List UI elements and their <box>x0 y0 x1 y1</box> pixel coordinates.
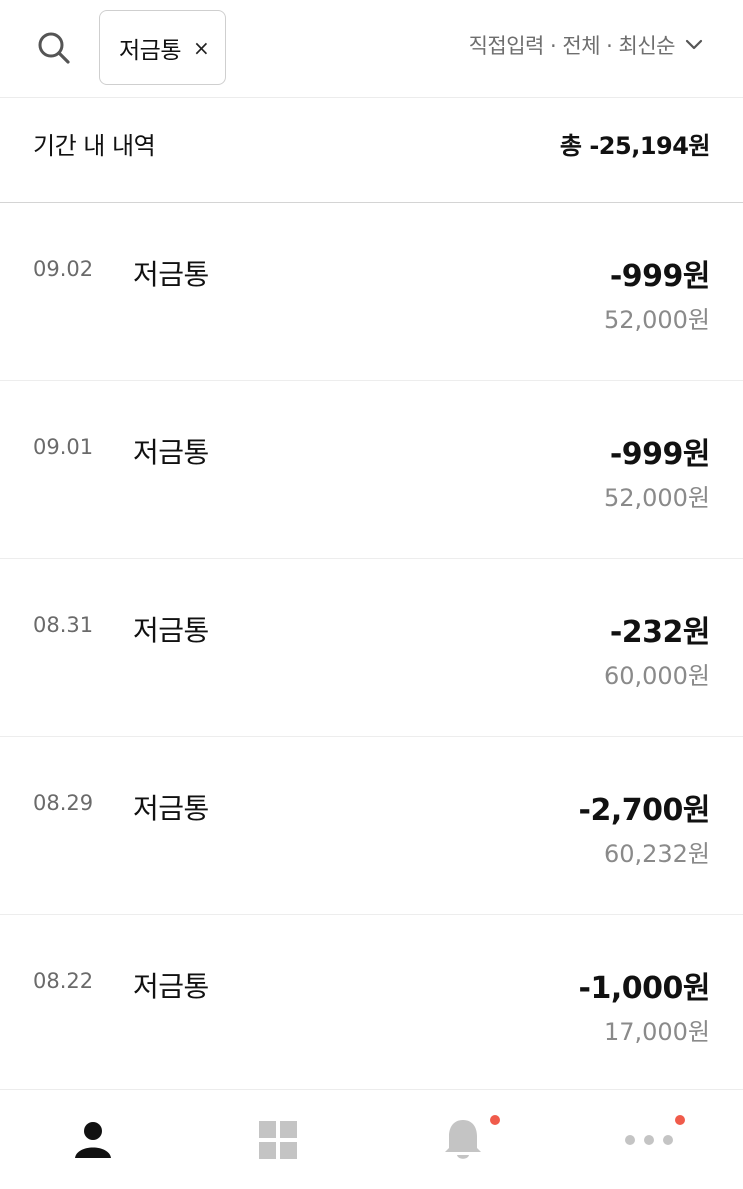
transaction-name: 저금통 <box>133 436 209 469</box>
transaction-amount: -232원 <box>609 615 711 650</box>
nav-tab-profile[interactable] <box>0 1090 185 1189</box>
bottom-navigation <box>0 1089 743 1189</box>
transaction-amount: -1,000원 <box>578 971 711 1006</box>
bell-icon <box>444 1120 481 1159</box>
notification-badge <box>490 1115 500 1125</box>
transaction-row[interactable]: 09.02 저금통 -999원 52,000원 <box>0 203 743 381</box>
transaction-balance: 52,000원 <box>603 484 710 512</box>
transaction-row[interactable]: 08.22 저금통 -1,000원 17,000원 <box>0 915 743 1093</box>
transaction-date: 08.29 <box>33 791 94 815</box>
filter-dropdown[interactable]: 직접입력 · 전체 · 최신순 <box>469 30 703 60</box>
transaction-name: 저금통 <box>133 970 209 1003</box>
filter-dropdown-label: 직접입력 · 전체 · 최신순 <box>468 34 676 58</box>
transaction-amount: -2,700원 <box>578 793 711 828</box>
transaction-amount: -999원 <box>609 259 711 294</box>
transaction-date: 09.01 <box>33 435 94 459</box>
close-icon[interactable]: × <box>193 38 210 58</box>
person-icon <box>74 1122 111 1158</box>
transaction-list: 09.02 저금통 -999원 52,000원 09.01 저금통 -999원 … <box>0 203 743 1093</box>
grid-icon <box>258 1121 297 1159</box>
period-summary: 기간 내 내역 총 -25,194원 <box>0 99 743 203</box>
summary-label: 기간 내 내역 <box>33 132 156 160</box>
search-button[interactable] <box>34 28 74 68</box>
search-icon <box>38 32 70 64</box>
more-badge <box>675 1115 685 1125</box>
transaction-row[interactable]: 09.01 저금통 -999원 52,000원 <box>0 381 743 559</box>
transaction-name: 저금통 <box>133 258 209 291</box>
transaction-row[interactable]: 08.29 저금통 -2,700원 60,232원 <box>0 737 743 915</box>
more-dots-icon <box>624 1135 673 1145</box>
transaction-name: 저금통 <box>133 614 209 647</box>
transaction-name: 저금통 <box>133 792 209 825</box>
nav-tab-apps[interactable] <box>185 1090 370 1189</box>
filter-chip-label: 저금통 <box>119 37 181 64</box>
transaction-date: 08.22 <box>33 969 94 993</box>
nav-tab-notifications[interactable] <box>370 1090 555 1189</box>
transaction-balance: 17,000원 <box>603 1018 710 1046</box>
transaction-date: 08.31 <box>33 613 94 637</box>
chevron-down-icon <box>685 39 703 50</box>
nav-tab-more[interactable] <box>556 1090 741 1189</box>
filter-chip[interactable]: 저금통 × <box>99 10 226 85</box>
summary-total: 총 -25,194원 <box>559 132 711 160</box>
transaction-balance: 60,000원 <box>603 662 710 690</box>
transaction-balance: 60,232원 <box>603 840 710 868</box>
transaction-balance: 52,000원 <box>603 306 710 334</box>
transaction-date: 09.02 <box>33 257 94 281</box>
top-bar: 저금통 × 직접입력 · 전체 · 최신순 <box>0 0 743 98</box>
transaction-row[interactable]: 08.31 저금통 -232원 60,000원 <box>0 559 743 737</box>
transaction-amount: -999원 <box>609 437 711 472</box>
